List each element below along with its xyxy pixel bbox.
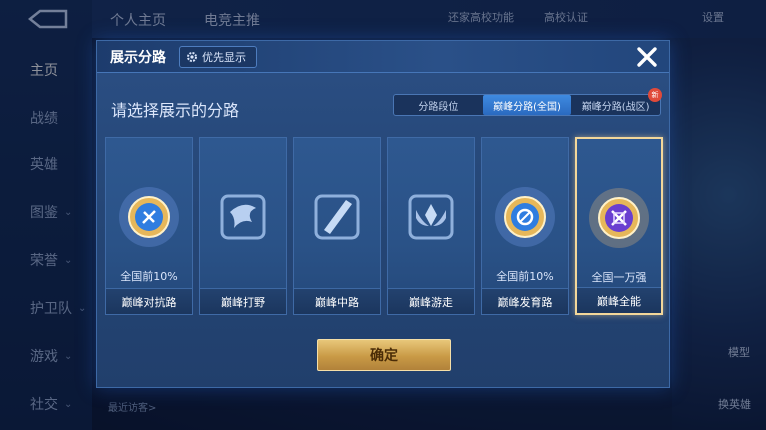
lane-list: 全国前10% 巅峰对抗路 巅峰打野 巅峰中路 巅峰游走 全国前10% 巅峰发育路… — [105, 137, 665, 317]
lane-card-jungle[interactable]: 巅峰打野 — [199, 137, 287, 315]
dialog-title: 展示分路 — [110, 50, 166, 66]
jungle-icon — [220, 194, 266, 240]
lane-card-mid[interactable]: 巅峰中路 — [293, 137, 381, 315]
lane-card-farm[interactable]: 全国前10% 巅峰发育路 — [481, 137, 569, 315]
all-round-icon — [589, 188, 649, 248]
lane-display-dialog: 展示分路 优先显示 请选择展示的分路 分路段位 巅峰分路(全国) 巅峰分路(战区… — [96, 40, 670, 388]
lane-rank-text: 全国前10% — [120, 270, 178, 283]
priority-display-label: 优先显示 — [202, 51, 246, 64]
lane-name: 巅峰中路 — [294, 288, 380, 314]
tab-peak-region[interactable]: 巅峰分路(战区) 新 — [571, 88, 663, 115]
tab-peak-national[interactable]: 巅峰分路(全国) — [482, 95, 572, 115]
roam-icon — [408, 194, 454, 240]
confirm-button[interactable]: 确定 — [317, 339, 451, 371]
lane-card-roam[interactable]: 巅峰游走 — [387, 137, 475, 315]
dialog-subtitle: 请选择展示的分路 — [111, 101, 240, 120]
lane-card-all-round[interactable]: 全国一万强 巅峰全能 — [575, 137, 663, 315]
priority-display-button[interactable]: 优先显示 — [179, 46, 257, 68]
lane-rank-text: 全国一万强 — [591, 271, 647, 284]
lane-name: 巅峰游走 — [388, 288, 474, 314]
clash-lane-icon — [119, 187, 179, 247]
lane-card-clash[interactable]: 全国前10% 巅峰对抗路 — [105, 137, 193, 315]
farm-lane-icon — [495, 187, 555, 247]
dialog-header: 展示分路 优先显示 — [97, 41, 669, 73]
lane-name: 巅峰全能 — [577, 287, 661, 313]
tab-lane-rank[interactable]: 分路段位 — [394, 95, 483, 115]
lane-rank-text: 全国前10% — [496, 270, 554, 283]
lane-name: 巅峰发育路 — [482, 288, 568, 314]
mid-lane-icon — [314, 194, 360, 240]
lane-name: 巅峰对抗路 — [106, 288, 192, 314]
lane-mode-tabs: 分路段位 巅峰分路(全国) 巅峰分路(战区) 新 — [393, 88, 663, 116]
lane-name: 巅峰打野 — [200, 288, 286, 314]
close-icon[interactable] — [634, 44, 660, 70]
gear-icon — [187, 52, 197, 62]
new-badge: 新 — [648, 88, 663, 102]
